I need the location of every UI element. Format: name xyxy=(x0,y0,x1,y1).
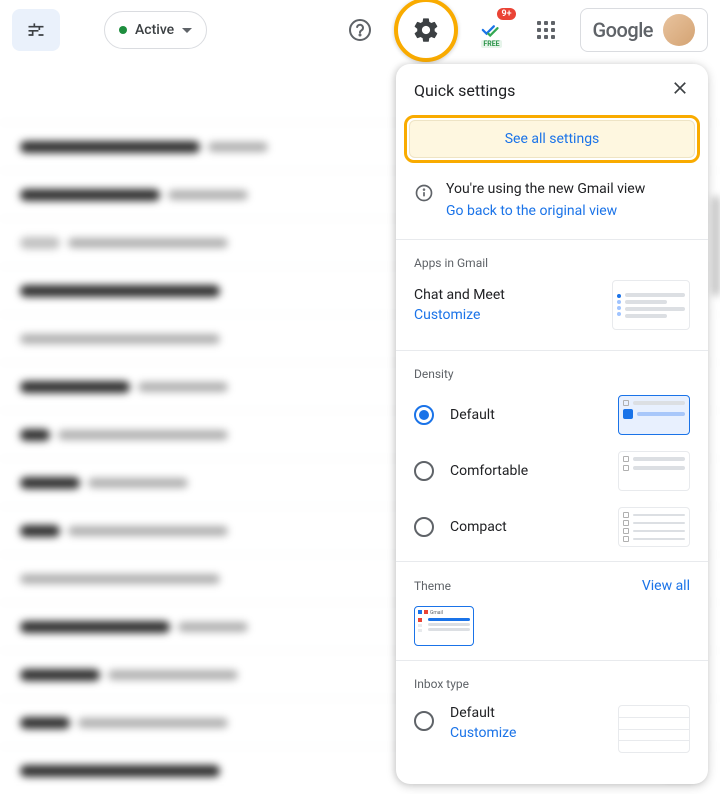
panel-title: Quick settings xyxy=(414,81,515,100)
account-pill[interactable]: Google xyxy=(580,8,708,52)
see-all-settings-button[interactable]: See all settings xyxy=(409,120,695,158)
density-option-default[interactable]: Default xyxy=(396,387,708,443)
go-back-link[interactable]: Go back to the original view xyxy=(446,203,645,219)
scrollbar-thumb[interactable] xyxy=(712,196,720,296)
settings-button-highlight xyxy=(394,0,458,62)
top-toolbar: Active FREE 9+ Google xyxy=(0,0,720,60)
extension-badge[interactable]: FREE 9+ xyxy=(472,10,512,50)
active-status-pill[interactable]: Active xyxy=(104,11,207,49)
density-thumb-comfortable xyxy=(618,451,690,491)
inbox-default-label: Default xyxy=(450,705,602,721)
apps-grid-icon xyxy=(537,21,555,39)
free-tag: FREE xyxy=(481,40,501,48)
help-button[interactable] xyxy=(340,10,380,50)
customize-inbox-link[interactable]: Customize xyxy=(450,725,602,741)
settings-button[interactable] xyxy=(406,10,446,50)
radio-icon xyxy=(414,711,434,731)
avatar xyxy=(663,14,695,46)
quick-settings-panel: Quick settings See all settings You're u… xyxy=(396,64,708,784)
inbox-section-header: Inbox type xyxy=(396,667,708,697)
help-icon xyxy=(348,18,372,42)
theme-section-header: Theme xyxy=(414,579,451,593)
google-logo: Google xyxy=(593,18,653,42)
new-view-info: You're using the new Gmail view Go back … xyxy=(396,177,708,233)
theme-thumb-text: Gmail xyxy=(430,610,443,616)
active-label: Active xyxy=(135,22,174,38)
gear-icon xyxy=(412,16,440,44)
density-thumb-default xyxy=(618,395,690,435)
density-label-comfortable: Comfortable xyxy=(450,463,602,479)
density-section-header: Density xyxy=(396,357,708,387)
density-option-comfortable[interactable]: Comfortable xyxy=(396,443,708,499)
radio-selected-icon xyxy=(414,405,434,425)
theme-view-all-link[interactable]: View all xyxy=(642,578,690,594)
apps-section-header: Apps in Gmail xyxy=(396,246,708,276)
new-view-message: You're using the new Gmail view xyxy=(446,181,645,197)
chat-meet-label: Chat and Meet xyxy=(414,287,505,303)
density-thumb-compact xyxy=(618,507,690,547)
inbox-thumb-default xyxy=(618,705,690,753)
chevron-down-icon xyxy=(182,28,192,33)
notification-badge: 9+ xyxy=(497,8,515,20)
apps-launcher-button[interactable] xyxy=(526,10,566,50)
density-label-compact: Compact xyxy=(450,519,602,535)
density-label-default: Default xyxy=(450,407,602,423)
tune-icon xyxy=(26,20,46,40)
theme-thumbnail-selected[interactable]: Gmail xyxy=(414,606,474,646)
filter-button[interactable] xyxy=(12,9,60,51)
info-icon xyxy=(414,183,434,203)
close-icon xyxy=(670,78,690,98)
see-all-highlight: See all settings xyxy=(404,115,700,163)
radio-icon xyxy=(414,517,434,537)
density-option-compact[interactable]: Compact xyxy=(396,499,708,555)
status-dot-icon xyxy=(119,26,127,34)
radio-icon xyxy=(414,461,434,481)
apps-preview-thumb xyxy=(612,280,690,330)
double-check-icon xyxy=(481,19,503,41)
customize-apps-link[interactable]: Customize xyxy=(414,307,505,323)
inbox-option-default[interactable]: Default Customize xyxy=(396,697,708,761)
close-button[interactable] xyxy=(670,78,690,103)
